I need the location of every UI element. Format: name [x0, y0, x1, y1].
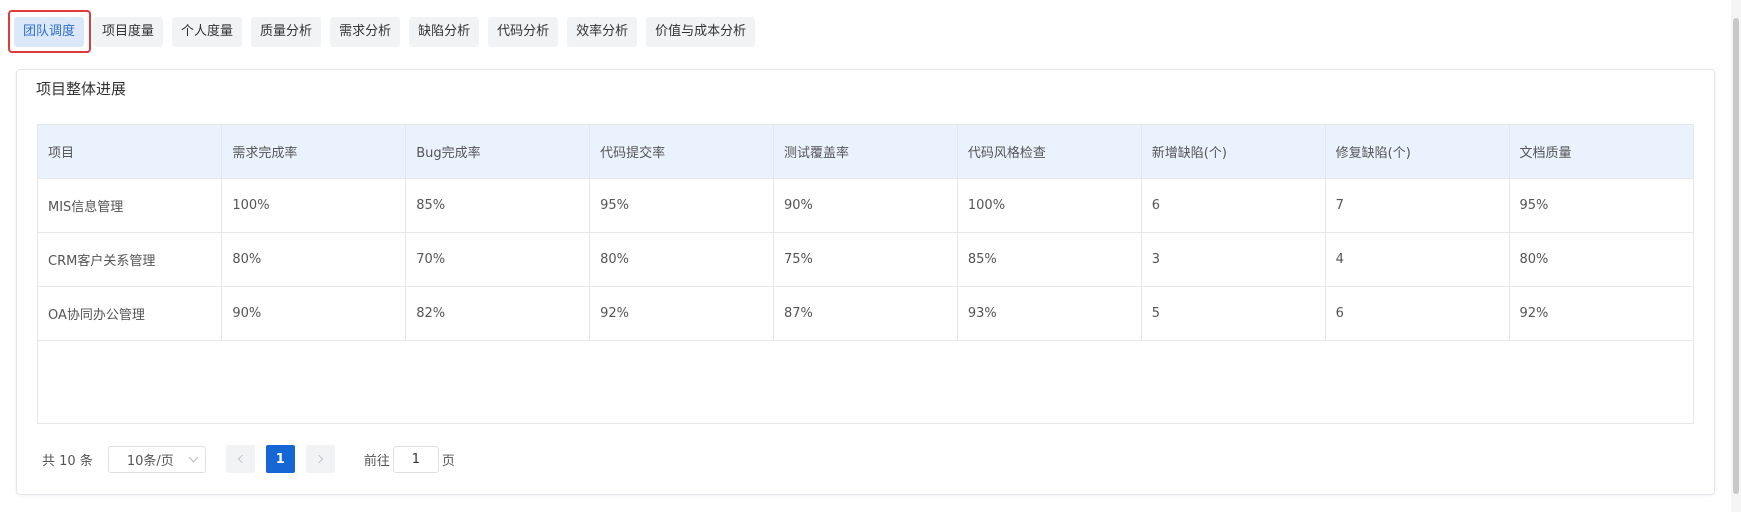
scrollbar-thumb[interactable] [1733, 18, 1739, 494]
prev-page-button[interactable] [225, 445, 255, 473]
table-cell: 92% [1509, 286, 1693, 341]
column-header: 文档质量 [1509, 125, 1693, 179]
table-row: MIS信息管理 100% 85% 95% 90% 100% 6 7 95% [38, 178, 1693, 233]
table-cell: 85% [405, 178, 591, 233]
tab-value-cost-analysis[interactable]: 价值与成本分析 [646, 17, 756, 47]
page-size-value: 10条/页 [126, 453, 174, 469]
page-suffix-label: 页 [441, 453, 455, 469]
tab-defect-analysis[interactable]: 缺陷分析 [409, 17, 480, 47]
top-tab-bar: 团队调度 项目度量 个人度量 质量分析 需求分析 缺陷分析 代码分析 效率分析 … [14, 17, 756, 47]
column-header: 需求完成率 [221, 125, 407, 179]
table-cell: 93% [957, 286, 1142, 341]
column-header: Bug完成率 [405, 125, 591, 179]
column-header: 修复缺陷(个) [1325, 125, 1510, 179]
vertical-scrollbar[interactable] [1731, 0, 1741, 512]
table-cell: CRM客户关系管理 [38, 232, 223, 287]
total-count: 共 10 条 [42, 453, 93, 469]
goto-page-input[interactable] [392, 445, 439, 473]
table-row: OA协同办公管理 90% 82% 92% 87% 93% 5 6 92% [38, 286, 1693, 341]
table-cell: 7 [1325, 178, 1510, 233]
table-cell: 6 [1325, 286, 1510, 341]
pagination: 共 10 条 10条/页 1 前往 页 [42, 445, 455, 473]
column-header: 代码风格检查 [957, 125, 1142, 179]
table-cell: 85% [957, 232, 1142, 287]
table-cell: 90% [773, 178, 958, 233]
table-cell: OA协同办公管理 [38, 286, 223, 341]
table-cell: 4 [1325, 232, 1510, 287]
table-cell: 92% [589, 286, 774, 341]
next-page-button[interactable] [305, 445, 335, 473]
project-table-container: 项目 需求完成率 Bug完成率 代码提交率 测试覆盖率 代码风格检查 新增缺陷(… [37, 124, 1694, 424]
tab-requirement-analysis[interactable]: 需求分析 [330, 17, 401, 47]
table-cell: 6 [1141, 178, 1326, 233]
tab-quality-analysis[interactable]: 质量分析 [251, 17, 322, 47]
chevron-down-icon [188, 452, 199, 462]
table-cell: 80% [221, 232, 407, 287]
tab-project-metrics[interactable]: 项目度量 [93, 17, 164, 47]
table-cell: 95% [1509, 178, 1693, 233]
table-cell: 100% [957, 178, 1142, 233]
goto-label: 前往 [363, 453, 390, 469]
table-cell: 70% [405, 232, 591, 287]
page-size-select[interactable]: 10条/页 [107, 445, 206, 473]
table-cell: 75% [773, 232, 958, 287]
tab-personal-metrics[interactable]: 个人度量 [172, 17, 243, 47]
column-header: 新增缺陷(个) [1141, 125, 1326, 179]
table-cell: MIS信息管理 [38, 178, 223, 233]
column-header: 代码提交率 [589, 125, 774, 179]
page-number-button[interactable]: 1 [265, 445, 295, 473]
column-header: 项目 [38, 125, 223, 179]
tab-efficiency-analysis[interactable]: 效率分析 [567, 17, 638, 47]
project-progress-card: 项目整体进展 项目 需求完成率 Bug完成率 代码提交率 测试覆盖率 代码风格检… [16, 69, 1715, 495]
table-row: CRM客户关系管理 80% 70% 80% 75% 85% 3 4 80% [38, 232, 1693, 287]
card-title: 项目整体进展 [36, 80, 127, 98]
table-cell: 82% [405, 286, 591, 341]
tab-team-scheduling[interactable]: 团队调度 [14, 17, 85, 47]
table-cell: 3 [1141, 232, 1326, 287]
tab-code-analysis[interactable]: 代码分析 [488, 17, 559, 47]
project-table: 项目 需求完成率 Bug完成率 代码提交率 测试覆盖率 代码风格检查 新增缺陷(… [38, 125, 1693, 341]
chevron-left-icon [237, 454, 247, 464]
table-cell: 80% [589, 232, 774, 287]
table-cell: 87% [773, 286, 958, 341]
table-cell: 80% [1509, 232, 1693, 287]
table-cell: 5 [1141, 286, 1326, 341]
column-header: 测试覆盖率 [773, 125, 958, 179]
table-header-row: 项目 需求完成率 Bug完成率 代码提交率 测试覆盖率 代码风格检查 新增缺陷(… [38, 125, 1693, 179]
table-cell: 95% [589, 178, 774, 233]
table-cell: 100% [221, 178, 407, 233]
table-cell: 90% [221, 286, 407, 341]
chevron-right-icon [314, 454, 324, 464]
